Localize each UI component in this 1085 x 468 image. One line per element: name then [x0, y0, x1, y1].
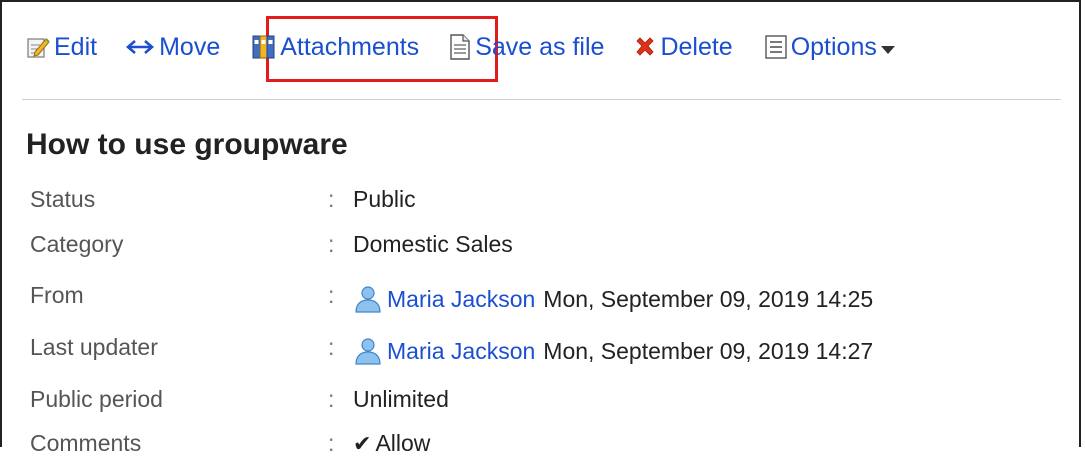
field-value-status: Public — [353, 186, 416, 212]
field-value-from: Maria Jackson Mon, September 09, 2019 14… — [353, 285, 873, 313]
attachments-button[interactable]: Attachments — [252, 33, 419, 62]
field-row-status: Status : Public — [30, 180, 1060, 224]
field-row-public-period: Public period : Unlimited — [30, 380, 1060, 424]
field-value-category: Domestic Sales — [353, 231, 513, 257]
datetime-last-updater: Mon, September 09, 2019 14:27 — [543, 337, 874, 364]
save-as-file-label: Save as file — [475, 32, 605, 61]
move-arrows-icon — [125, 37, 155, 57]
binders-icon — [252, 34, 276, 60]
field-row-comments: Comments : ✔ Allow — [30, 424, 1060, 468]
document-icon — [449, 34, 471, 60]
delete-button[interactable]: Delete — [634, 32, 733, 62]
field-row-last-updater: Last updater : Maria Jackson Mon, Septem… — [30, 328, 1060, 372]
delete-x-icon — [634, 36, 656, 58]
caret-down-icon — [880, 33, 896, 62]
field-colon: : — [328, 386, 335, 412]
field-colon: : — [328, 430, 335, 456]
edit-label: Edit — [54, 32, 98, 61]
field-value-last-updater: Maria Jackson Mon, September 09, 2019 14… — [353, 337, 873, 365]
comments-value: Allow — [375, 430, 431, 456]
field-label-category: Category — [30, 231, 124, 257]
options-menu-button[interactable]: Options — [765, 33, 896, 62]
move-label: Move — [159, 32, 221, 61]
field-row-category: Category : Domestic Sales — [30, 225, 1060, 269]
field-label-comments: Comments — [30, 430, 142, 456]
options-label: Options — [790, 32, 877, 61]
list-icon — [765, 35, 787, 59]
field-row-from: From : Maria Jackson Mon, September 09, … — [30, 276, 1060, 320]
save-as-file-button[interactable]: Save as file — [449, 33, 604, 62]
field-value-comments: ✔ Allow — [353, 430, 430, 457]
user-link-from[interactable]: Maria Jackson — [387, 286, 535, 313]
field-label-last-updater: Last updater — [30, 334, 158, 360]
checkmark-icon: ✔ — [353, 430, 372, 456]
field-label-public-period: Public period — [30, 386, 163, 412]
datetime-from: Mon, September 09, 2019 14:25 — [543, 285, 874, 312]
field-colon: : — [328, 334, 335, 360]
field-colon: : — [328, 231, 335, 257]
action-toolbar: Edit Move Attachments Save as file Delet… — [22, 24, 896, 70]
field-colon: : — [328, 186, 335, 212]
edit-button[interactable]: Edit — [26, 33, 97, 62]
attachments-label: Attachments — [280, 32, 420, 61]
toolbar-divider — [22, 99, 1061, 100]
user-icon — [353, 285, 383, 313]
edit-icon — [26, 35, 50, 59]
field-colon: : — [328, 282, 335, 308]
user-link-last-updater[interactable]: Maria Jackson — [387, 338, 535, 365]
field-label-from: From — [30, 282, 84, 308]
delete-label: Delete — [660, 32, 733, 61]
user-icon — [353, 337, 383, 365]
move-button[interactable]: Move — [125, 33, 220, 62]
page-title: How to use groupware — [26, 128, 348, 161]
field-value-public-period: Unlimited — [353, 386, 449, 412]
field-label-status: Status — [30, 186, 96, 212]
